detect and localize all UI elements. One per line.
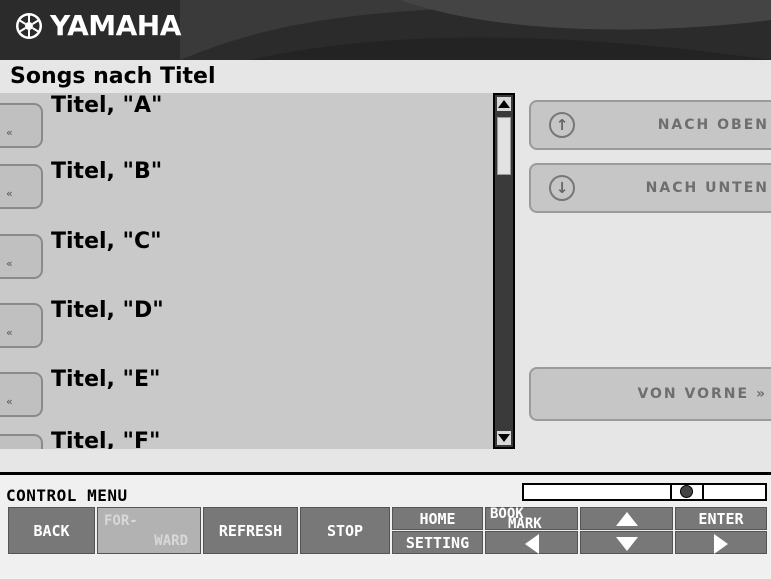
list-item-label: Titel, "A": [51, 93, 163, 118]
stop-button[interactable]: STOP: [300, 507, 390, 554]
left-arrow-button[interactable]: [485, 531, 578, 554]
list-item-label: Titel, "E": [51, 367, 161, 392]
status-indicator: [672, 483, 767, 501]
setting-button[interactable]: SETTING: [392, 531, 483, 554]
list-item[interactable]: « Titel, "E": [0, 367, 493, 427]
header-bar: YAMAHA: [0, 0, 771, 60]
enter-label: ENTER: [698, 510, 744, 528]
bookmark-button[interactable]: BOOK MARK: [485, 507, 578, 532]
list-item-tab[interactable]: «: [0, 103, 43, 148]
list-scrollbar[interactable]: [493, 93, 515, 449]
control-menu: CONTROL MENU BACK FOR- WARD REFRESH STOP…: [0, 475, 771, 579]
control-menu-title: CONTROL MENU: [6, 486, 128, 505]
stop-label: STOP: [326, 522, 364, 540]
scroll-up-button[interactable]: [497, 97, 511, 111]
song-list: « Titel, "A" « Titel, "B" « Titel, "C" «…: [0, 93, 493, 449]
arrow-up-icon: [615, 512, 638, 526]
list-item-label: Titel, "C": [51, 229, 162, 254]
brand-name: YAMAHA: [50, 9, 181, 42]
double-chevron-left-icon: «: [6, 395, 13, 408]
scroll-down-button[interactable]: [497, 431, 511, 445]
nach-oben-button[interactable]: ↑ NACH OBEN: [529, 100, 771, 150]
list-item[interactable]: « Titel, "A": [0, 93, 493, 153]
page-title: Songs nach Titel: [10, 64, 216, 89]
setting-label: SETTING: [405, 534, 470, 552]
von-vorne-button[interactable]: VON VORNE »: [529, 367, 771, 421]
list-item[interactable]: « Titel, "B": [0, 159, 493, 219]
globe-icon: [680, 485, 693, 498]
double-chevron-left-icon: «: [6, 257, 13, 270]
list-item-tab[interactable]: «: [0, 372, 43, 417]
back-label: BACK: [33, 522, 70, 540]
list-item-label: Titel, "B": [51, 159, 163, 184]
double-chevron-left-icon: «: [6, 326, 13, 339]
triangle-up-icon: [498, 100, 510, 108]
list-item-tab[interactable]: «: [0, 164, 43, 209]
screen: YAMAHA Songs nach Titel « Titel, "A" « T…: [0, 0, 771, 579]
refresh-label: REFRESH: [218, 522, 283, 540]
enter-button[interactable]: ENTER: [675, 507, 767, 530]
arrow-right-icon: [714, 534, 728, 554]
list-item[interactable]: Titel, "F": [0, 429, 493, 449]
von-vorne-label: VON VORNE »: [637, 386, 767, 402]
list-item-label: Titel, "D": [51, 298, 164, 323]
scrollbar-thumb[interactable]: [497, 117, 511, 175]
arrow-left-icon: [524, 534, 539, 554]
back-button[interactable]: BACK: [8, 507, 95, 554]
home-button[interactable]: HOME: [392, 507, 483, 530]
list-item-label: Titel, "F": [51, 429, 161, 449]
nach-unten-label: NACH UNTEN: [645, 180, 769, 196]
list-item-tab[interactable]: [0, 434, 43, 449]
list-item[interactable]: « Titel, "C": [0, 229, 493, 289]
down-arrow-button[interactable]: [580, 531, 673, 554]
yamaha-logo: YAMAHA: [14, 8, 181, 44]
forward-label-line1: FOR-: [104, 513, 138, 529]
list-item-tab[interactable]: «: [0, 234, 43, 279]
arrow-down-circle-icon: ↓: [549, 175, 575, 201]
double-chevron-left-icon: «: [6, 187, 13, 200]
nach-oben-label: NACH OBEN: [657, 117, 769, 133]
forward-button[interactable]: FOR- WARD: [97, 507, 201, 554]
refresh-button[interactable]: REFRESH: [203, 507, 298, 554]
list-item[interactable]: « Titel, "D": [0, 298, 493, 358]
status-separator: [702, 485, 704, 499]
nach-unten-button[interactable]: ↓ NACH UNTEN: [529, 163, 771, 213]
arrow-down-icon: [615, 537, 638, 551]
double-chevron-left-icon: «: [6, 126, 13, 139]
tuning-forks-emblem-icon: [16, 13, 42, 39]
list-item-tab[interactable]: «: [0, 303, 43, 348]
triangle-down-icon: [498, 434, 510, 442]
status-field: [522, 483, 672, 501]
forward-label-line2: WARD: [154, 533, 188, 549]
up-arrow-button[interactable]: [580, 507, 673, 530]
bookmark-label-line2: MARK: [508, 516, 542, 532]
home-label: HOME: [419, 510, 456, 528]
right-arrow-button[interactable]: [675, 531, 767, 554]
arrow-up-circle-icon: ↑: [549, 112, 575, 138]
